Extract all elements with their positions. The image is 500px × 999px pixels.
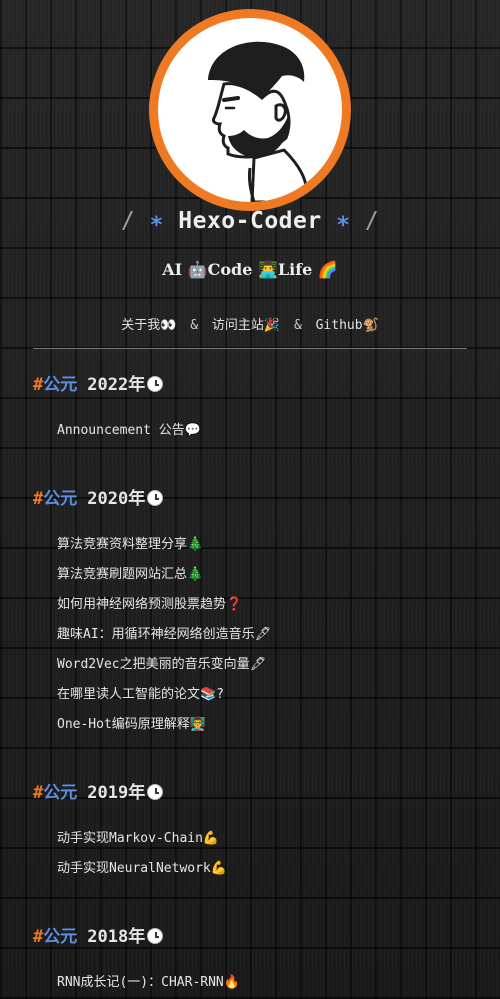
nav-home-link[interactable]: 访问主站🎉: [212, 318, 280, 333]
nav-about-link[interactable]: 关于我👀: [121, 318, 176, 333]
post-link[interactable]: 动手实现NeuralNetwork💪: [57, 860, 227, 890]
site-subtitle: AI 🤖Code 👨‍💻Life 🌈: [162, 260, 338, 279]
post-link[interactable]: 如何用神经网络预测股票趋势❓: [57, 596, 271, 626]
post-link[interactable]: 在哪里读人工智能的论文📚?: [57, 686, 271, 716]
era-label: 公元: [43, 375, 78, 395]
hash-symbol: #: [33, 783, 44, 803]
site-title[interactable]: / ∗ Hexo-Coder ∗ /: [0, 208, 500, 234]
title-star-left: ∗: [149, 208, 164, 234]
nav-links: 关于我👀 & 访问主站🎉 & Github🐒: [0, 314, 500, 333]
nav-github-link[interactable]: Github🐒: [316, 318, 379, 333]
post-link[interactable]: 动手实现Markov-Chain💪: [57, 830, 227, 860]
year-label: 2019年: [87, 783, 146, 803]
page: / ∗ Hexo-Coder ∗ / AI 🤖Code 👨‍💻Life 🌈 关于…: [0, 0, 500, 999]
hash-symbol: #: [33, 375, 44, 395]
year-label: 2018年: [87, 927, 146, 947]
post-list-2018: RNN成长记(一)：CHAR-RNN🔥: [57, 974, 240, 999]
clock-icon: [147, 490, 164, 506]
avatar[interactable]: [149, 9, 351, 211]
title-slash-left: /: [120, 208, 136, 234]
post-link[interactable]: RNN成长记(一)：CHAR-RNN🔥: [57, 974, 240, 999]
bearded-man-icon: [208, 41, 310, 202]
clock-icon: [147, 928, 164, 944]
nav-separator: &: [293, 318, 302, 333]
post-list-2022: Announcement 公告💬: [57, 422, 201, 452]
era-label: 公元: [43, 783, 78, 803]
year-label: 2022年: [87, 375, 146, 395]
divider: [33, 348, 467, 349]
hash-symbol: #: [33, 489, 44, 509]
year-heading-2020: #公元 2020年: [33, 484, 164, 509]
post-link[interactable]: 趣味AI：用循环神经网络创造音乐🖋: [57, 626, 271, 656]
clock-icon: [147, 376, 164, 392]
avatar-image: [158, 18, 342, 202]
year-heading-2018: #公元 2018年: [33, 922, 164, 947]
year-heading-2022: #公元 2022年: [33, 370, 164, 395]
year-heading-2019: #公元 2019年: [33, 778, 164, 803]
hash-symbol: #: [33, 927, 44, 947]
era-label: 公元: [43, 489, 78, 509]
era-label: 公元: [43, 927, 78, 947]
clock-icon: [147, 784, 164, 800]
year-label: 2020年: [87, 489, 146, 509]
title-slash-right: /: [364, 208, 380, 234]
post-list-2020: 算法竞赛资料整理分享🎄 算法竞赛刷题网站汇总🎄 如何用神经网络预测股票趋势❓ 趣…: [57, 536, 271, 746]
title-text: Hexo-Coder: [178, 208, 322, 234]
nav-separator: &: [190, 318, 199, 333]
post-link[interactable]: Announcement 公告💬: [57, 422, 201, 452]
post-link[interactable]: Word2Vec之把美丽的音乐变向量🖋: [57, 656, 271, 686]
title-star-right: ∗: [336, 208, 351, 234]
post-link[interactable]: 算法竞赛资料整理分享🎄: [57, 536, 271, 566]
post-link[interactable]: 算法竞赛刷题网站汇总🎄: [57, 566, 271, 596]
post-link[interactable]: One-Hot编码原理解释👨‍🏫: [57, 716, 271, 746]
post-list-2019: 动手实现Markov-Chain💪 动手实现NeuralNetwork💪: [57, 830, 227, 890]
